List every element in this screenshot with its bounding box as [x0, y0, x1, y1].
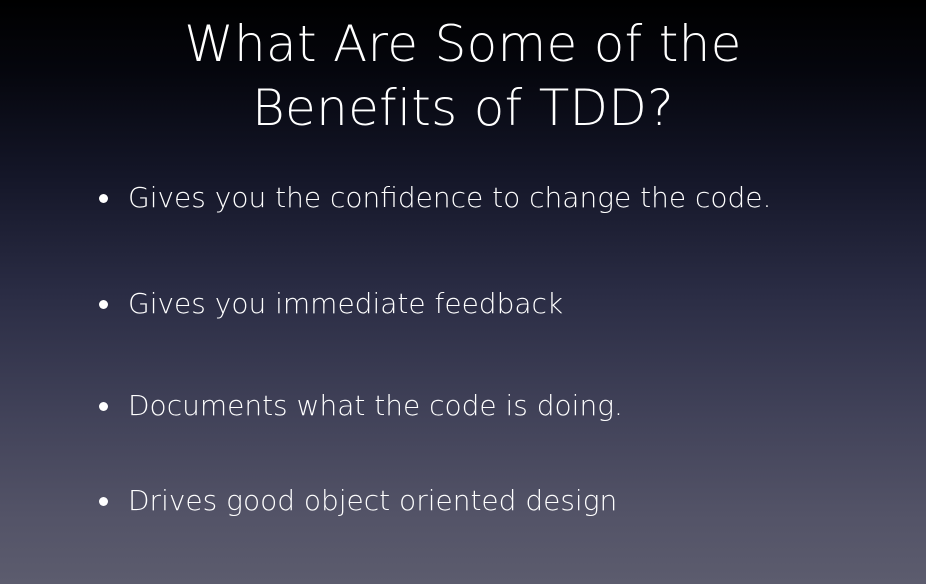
bullet-item: Drives good object oriented design	[96, 484, 617, 518]
slide-title-line-1: What Are Some of the	[184, 15, 742, 73]
bullet-item: Documents what the code is doing.	[96, 389, 623, 423]
bullet-item: Gives you immediate feedback	[96, 287, 563, 321]
bullet-item: Gives you the confidence to change the c…	[96, 181, 771, 215]
bullet-dot-icon	[99, 497, 108, 506]
bullet-dot-icon	[99, 300, 108, 309]
bullet-dot-icon	[99, 194, 108, 203]
bullet-text: Drives good object oriented design	[128, 484, 618, 517]
bullet-text: Documents what the code is doing.	[128, 389, 623, 422]
bullet-text: Gives you immediate feedback	[128, 287, 564, 320]
slide-title: What Are Some of the Benefits of TDD?	[0, 12, 926, 140]
presentation-slide: What Are Some of the Benefits of TDD? Gi…	[0, 0, 926, 584]
slide-title-line-2: Benefits of TDD?	[252, 79, 674, 137]
bullet-dot-icon	[99, 402, 108, 411]
bullet-text: Gives you the confidence to change the c…	[128, 181, 772, 214]
